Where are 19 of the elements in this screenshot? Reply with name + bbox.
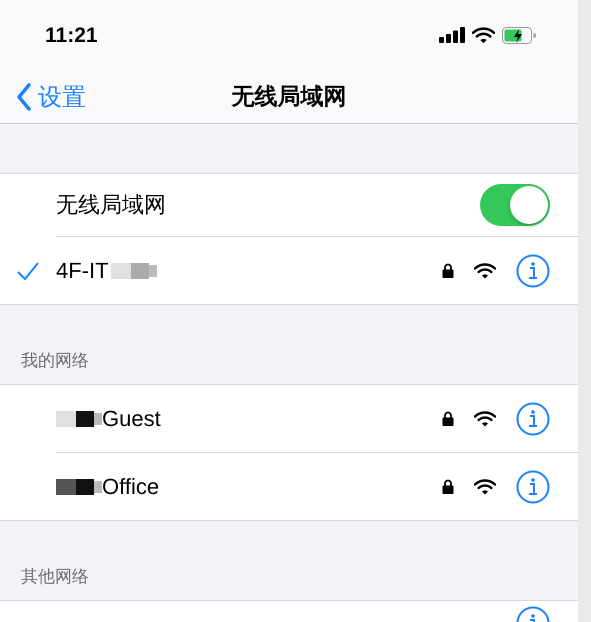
info-button[interactable]: [516, 254, 550, 288]
network-name: Guest: [102, 406, 161, 432]
wifi-signal-icon: [474, 410, 496, 426]
back-button[interactable]: 设置: [16, 80, 86, 112]
section-header: 其他网络: [21, 566, 89, 588]
network-name: Office: [102, 474, 160, 500]
chevron-icon: [16, 82, 32, 110]
wifi-label: 无线局域网: [56, 191, 166, 219]
cellular-signal-icon: [438, 27, 465, 43]
page-title: 无线局域网: [232, 82, 346, 111]
info-button[interactable]: [516, 402, 550, 436]
wifi-signal-icon: [474, 262, 496, 278]
section-header: 我的网络: [21, 350, 89, 372]
wifi-toggle[interactable]: [480, 184, 550, 226]
wifi-signal-icon: [474, 478, 496, 494]
info-button[interactable]: [516, 470, 550, 504]
wifi-status-icon: [472, 26, 495, 44]
status-time: 11:21: [45, 24, 98, 48]
network-name: 4F-IT: [56, 258, 109, 284]
